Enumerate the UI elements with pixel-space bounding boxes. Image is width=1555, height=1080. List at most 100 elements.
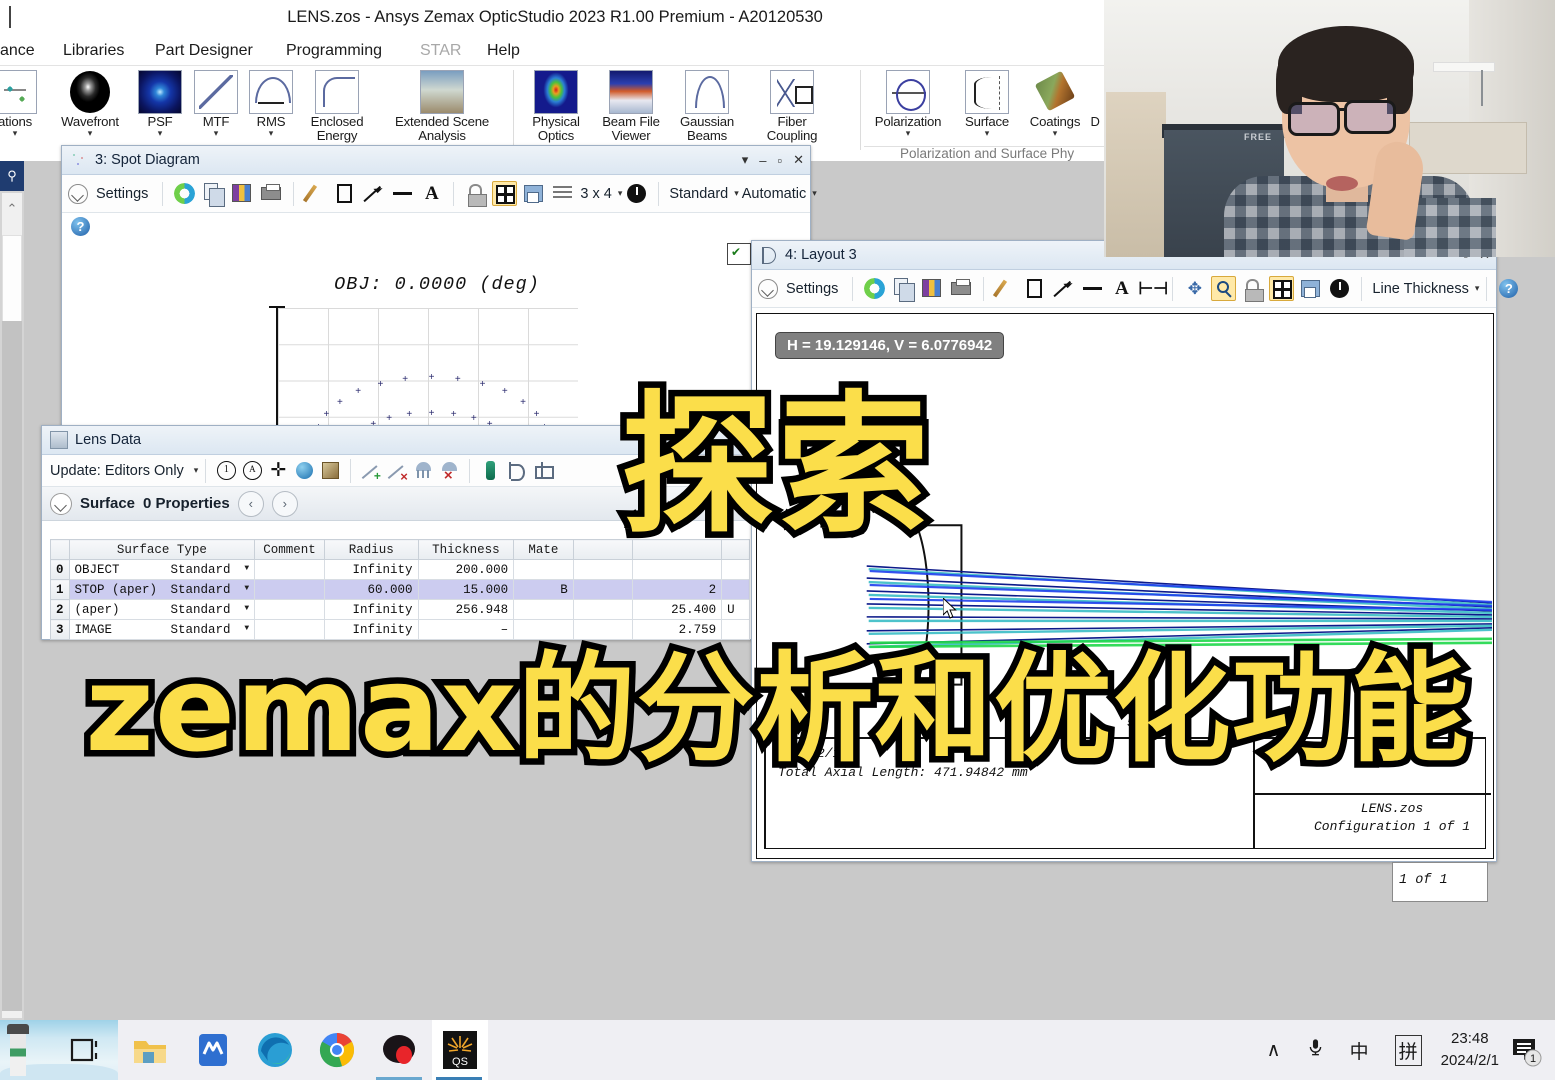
text-annotation-icon[interactable]: A	[1109, 276, 1134, 301]
clone-window-icon[interactable]	[521, 181, 546, 206]
screen-recorder-icon[interactable]	[379, 1030, 419, 1070]
pen-annotation-icon[interactable]	[993, 276, 1018, 301]
cell-radius[interactable]: 60.000	[323, 579, 419, 600]
chevron-down-icon[interactable]: ▼	[244, 624, 249, 633]
cell-comment[interactable]	[254, 559, 325, 580]
automatic-label[interactable]: Automatic	[742, 186, 806, 202]
tray-chevron-icon[interactable]: ∧	[1267, 1039, 1281, 1062]
cell-thickness[interactable]: –	[417, 619, 515, 640]
remove-solve-icon[interactable]	[387, 460, 408, 484]
grid-size-label[interactable]: 3 x 4	[580, 186, 611, 202]
cell-semi-diameter[interactable]	[631, 559, 723, 580]
cell-semi-diameter[interactable]: 2.759	[631, 619, 723, 640]
lens-data-table[interactable]: Surface Type Comment Radius Thickness Ma…	[50, 539, 750, 640]
rectangle-annotation-icon[interactable]	[1022, 276, 1047, 301]
cell-thickness[interactable]: 256.948	[417, 599, 515, 620]
scroll-up-icon[interactable]: ⌃	[2, 201, 22, 217]
globe-icon[interactable]	[294, 460, 315, 481]
col-extra3[interactable]	[721, 539, 750, 560]
arrow-annotation-icon[interactable]	[361, 181, 386, 206]
save-icon[interactable]	[920, 276, 945, 301]
cell-unit-flag[interactable]	[721, 559, 750, 580]
cell-material[interactable]: B	[513, 579, 574, 600]
ribbon-button-coatings[interactable]: Coatings ▾	[1018, 68, 1092, 138]
configuration-checkbox[interactable]	[727, 243, 751, 265]
image-icon[interactable]	[320, 460, 341, 481]
col-comment[interactable]: Comment	[254, 539, 325, 560]
chevron-down-icon[interactable]: ▾	[950, 129, 1024, 138]
prev-surface-button[interactable]: ‹	[237, 490, 264, 517]
table-row[interactable]: 3 IMAGE Standard ▼ Infinity – 2.759	[50, 619, 750, 640]
cell-radius[interactable]: Infinity	[323, 599, 419, 620]
spot-diagram-titlebar[interactable]: 3: Spot Diagram ▾ – ▫ ✕	[62, 146, 810, 175]
chevron-down-icon[interactable]: ▾	[0, 129, 52, 138]
menu-item-help[interactable]: Help	[487, 35, 520, 66]
cell-comment[interactable]	[254, 619, 325, 640]
update-mode-label[interactable]: Update: Editors Only	[50, 463, 184, 479]
line-thickness-label[interactable]: Line Thickness	[1372, 281, 1468, 297]
cell-unit-flag[interactable]	[721, 619, 750, 640]
microphone-icon[interactable]	[1307, 1037, 1324, 1063]
print-icon[interactable]	[949, 276, 974, 301]
cell-semi-diameter[interactable]: 2	[631, 579, 723, 600]
layers-icon[interactable]	[550, 181, 575, 206]
col-surface-type[interactable]: Surface Type	[68, 539, 256, 560]
chevron-down-icon[interactable]: ▾	[734, 188, 739, 199]
chrome-icon[interactable]	[317, 1030, 357, 1070]
cell-comment[interactable]	[254, 599, 325, 620]
chevron-down-icon[interactable]: ▾	[1475, 283, 1480, 294]
insert-row-icon[interactable]: ✛	[268, 460, 289, 481]
surface-group-icon[interactable]	[532, 460, 554, 481]
col-thickness[interactable]: Thickness	[417, 539, 515, 560]
spot-window-controls[interactable]: ▾ – ▫ ✕	[742, 152, 810, 168]
tile-windows-icon[interactable]	[1269, 276, 1295, 301]
col-radius[interactable]: Radius	[323, 539, 419, 560]
cell-radius[interactable]: Infinity	[323, 559, 419, 580]
cell-radius[interactable]: Infinity	[323, 619, 419, 640]
edge-icon[interactable]	[255, 1030, 295, 1070]
lock-icon[interactable]	[463, 181, 488, 207]
notification-icon[interactable]: 1	[1509, 1033, 1543, 1067]
window-dropdown-icon[interactable]: ▾	[742, 152, 749, 168]
refresh-clock-icon[interactable]	[624, 181, 649, 206]
ribbon-button-polarization[interactable]: Polarization ▾	[868, 68, 948, 138]
print-icon[interactable]	[259, 181, 284, 206]
layout-toolbar[interactable]: Settings A ⊢⊣ ✥ Line Thickness ▾ ?	[752, 270, 1519, 308]
col-extra1[interactable]	[572, 539, 633, 560]
cell-semi-diameter[interactable]: 25.400	[631, 599, 723, 620]
next-surface-button[interactable]: ›	[271, 490, 298, 517]
save-icon[interactable]	[230, 181, 255, 206]
lens-data-surface-bar[interactable]: Surface 0 Properties ‹ ›	[42, 487, 755, 521]
cell-surface-type[interactable]: OBJECT Standard ▼	[68, 559, 256, 580]
refresh-icon[interactable]	[862, 276, 887, 301]
chevron-down-icon[interactable]: ▾	[1018, 129, 1092, 138]
ribbon-button-surface[interactable]: Surface ▾	[950, 68, 1024, 138]
menu-item-star[interactable]: STAR	[420, 35, 461, 66]
menu-item-programming[interactable]: Programming	[286, 35, 382, 66]
remove-variable-icon[interactable]	[439, 460, 460, 484]
arrow-annotation-icon[interactable]	[1051, 276, 1076, 301]
spot-diagram-toolbar[interactable]: Settings A 3 x 4 ▾ Standard ▾ Automatic …	[62, 175, 817, 213]
cell-material[interactable]	[513, 599, 574, 620]
copy-icon[interactable]	[201, 181, 226, 207]
system-tray[interactable]: ∧ 中 拼 23:48 2024/2/1 1	[1254, 1020, 1555, 1080]
pan-icon[interactable]: ✥	[1182, 276, 1207, 301]
cell-coating[interactable]	[572, 559, 633, 580]
refresh-clock-icon[interactable]	[1327, 276, 1352, 301]
lens-data-toolbar[interactable]: Update: Editors Only ▾ ✛	[42, 455, 755, 487]
opticstudio-icon[interactable]: QS	[440, 1030, 480, 1070]
update-all-icon[interactable]	[242, 460, 263, 481]
chevron-down-icon[interactable]: ▾	[868, 129, 948, 138]
clone-window-icon[interactable]	[1298, 276, 1323, 301]
layout-settings-button[interactable]: Settings	[758, 278, 841, 299]
cell-thickness[interactable]: 200.000	[417, 559, 515, 580]
layout-window[interactable]: 4: Layout 3 – ▫ ✕ Settings A ⊢⊣	[751, 240, 1519, 862]
line-annotation-icon[interactable]	[1080, 276, 1105, 301]
glass-catalog-icon[interactable]	[480, 460, 501, 481]
menu-item-ance[interactable]: ance	[0, 35, 35, 66]
window-maximize-icon[interactable]: ▫	[777, 153, 782, 168]
cell-comment[interactable]	[254, 579, 325, 600]
spot-help-icon[interactable]: ?	[68, 214, 93, 239]
cell-coating[interactable]	[572, 599, 633, 620]
menu-item-part-designer[interactable]: Part Designer	[155, 35, 253, 66]
